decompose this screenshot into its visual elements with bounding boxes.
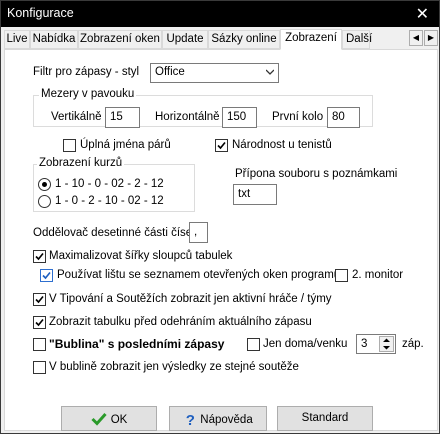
tab-dalsi[interactable]: Další <box>342 30 373 49</box>
check-icon <box>91 412 107 426</box>
horizontal-input[interactable]: 150 <box>222 107 257 128</box>
help-label: Nápověda <box>200 414 253 426</box>
filter-style-select[interactable]: Office <box>150 63 279 83</box>
use-bar-label: Používat lištu se seznamem otevřených ok… <box>57 269 341 281</box>
first-round-input[interactable]: 80 <box>327 107 360 128</box>
odds-option2-label: 1 - 0 - 2 - 10 - 02 - 12 <box>55 195 164 207</box>
ok-button[interactable]: OK <box>61 406 157 431</box>
tab-scroll-left-icon[interactable]: ◀ <box>409 30 423 46</box>
filter-style-value: Office <box>155 66 185 78</box>
nationality-checkbox[interactable] <box>215 139 228 152</box>
checkmark-icon <box>35 318 44 327</box>
chevron-down-icon <box>266 69 274 75</box>
odds-option1-label: 1 - 10 - 0 - 02 - 2 - 12 <box>55 178 164 190</box>
home-away-label: Jen doma/venku <box>263 338 348 350</box>
tab-nabidka[interactable]: Nabídka <box>30 30 78 49</box>
configuration-dialog: Konfigurace ✕ Live Nabídka Zobrazení oke… <box>0 0 440 434</box>
tab-label: Sázky online <box>211 33 277 45</box>
checkmark-icon <box>35 295 44 304</box>
tab-label: Update <box>166 33 204 45</box>
tab-label: Nabídka <box>32 33 76 45</box>
standard-label: Standard <box>301 412 349 424</box>
odds-display-label: Zobrazení kurzů <box>37 157 125 169</box>
second-monitor-checkbox[interactable] <box>335 269 348 282</box>
help-button[interactable]: ? Nápověda <box>169 406 267 431</box>
maximize-checkbox[interactable] <box>33 250 46 263</box>
tab-label: Další <box>346 33 373 45</box>
checkmark-icon <box>35 252 44 261</box>
tab-label: Zobrazení <box>285 32 337 44</box>
tab-live[interactable]: Live <box>4 30 30 49</box>
zobrazeni-panel: Filtr pro zápasy - styl Office Mezery v … <box>4 49 438 431</box>
odds-option2-radio[interactable] <box>38 195 51 208</box>
first-round-label: První kolo <box>272 111 324 123</box>
vertical-label: Vertikálně <box>51 111 102 123</box>
show-table-label: Zobrazit tabulku před odehráním aktuální… <box>49 316 312 328</box>
tab-zobrazeni-oken[interactable]: Zobrazení oken <box>78 30 162 49</box>
active-players-label: V Tipování a Soutěžích zobrazit jen akti… <box>49 293 332 305</box>
spider-spacing-label: Mezery v pavouku <box>39 88 137 100</box>
checkmark-icon <box>217 141 226 150</box>
bubble-label: "Bublina" s posledními zápasy <box>49 337 225 351</box>
tab-zobrazeni[interactable]: Zobrazení <box>280 29 342 50</box>
notes-suffix-label: Přípona souboru s poznámkami <box>235 168 398 180</box>
ok-label: OK <box>110 414 128 426</box>
full-names-label: Úplná jména párů <box>80 139 171 151</box>
match-count-value: 3 <box>361 338 368 350</box>
title-bar: Konfigurace ✕ <box>1 1 439 27</box>
standard-button[interactable]: Standard <box>277 406 373 431</box>
odds-option1-radio[interactable] <box>38 178 51 191</box>
use-bar-checkbox[interactable] <box>40 269 53 282</box>
nationality-label: Národnost u tenistů <box>232 139 332 151</box>
match-count-suffix: záp. <box>402 338 424 350</box>
horizontal-label: Horizontálně <box>155 111 220 123</box>
show-table-checkbox[interactable] <box>33 316 46 329</box>
tab-update[interactable]: Update <box>162 30 208 49</box>
tab-scroll-right-icon[interactable]: ▶ <box>424 30 438 46</box>
tab-label: Live <box>6 33 28 45</box>
notes-suffix-input[interactable]: txt <box>233 184 277 205</box>
help-icon: ? <box>185 412 195 429</box>
decimal-separator-input[interactable]: , <box>189 222 208 243</box>
stepper-arrows-icon[interactable] <box>379 336 394 352</box>
tab-label: Zobrazení oken <box>80 33 160 45</box>
up-down-arrows-icon <box>383 338 390 350</box>
window-title: Konfigurace <box>7 6 74 20</box>
vertical-input[interactable]: 15 <box>105 107 140 128</box>
full-names-checkbox[interactable] <box>63 139 76 152</box>
bubble-checkbox[interactable] <box>33 338 46 351</box>
checkmark-icon <box>42 271 51 280</box>
match-count-stepper[interactable]: 3 <box>356 334 396 354</box>
maximize-label: Maximalizovat šířky sloupců tabulek <box>49 250 233 262</box>
close-icon[interactable]: ✕ <box>416 4 429 24</box>
bubble-same-label: V bublině zobrazit jen výsledky ze stejn… <box>49 361 299 373</box>
active-players-checkbox[interactable] <box>33 293 46 306</box>
second-monitor-label: 2. monitor <box>352 269 404 281</box>
bubble-same-checkbox[interactable] <box>33 361 46 374</box>
tab-sazky-online[interactable]: Sázky online <box>208 30 280 49</box>
filter-style-label: Filtr pro zápasy - styl <box>33 66 140 78</box>
decimal-separator-label: Oddělovač desetinné části čísel <box>33 227 195 239</box>
tab-strip: Live Nabídka Zobrazení oken Update Sázky… <box>4 29 440 50</box>
home-away-checkbox[interactable] <box>247 338 260 351</box>
